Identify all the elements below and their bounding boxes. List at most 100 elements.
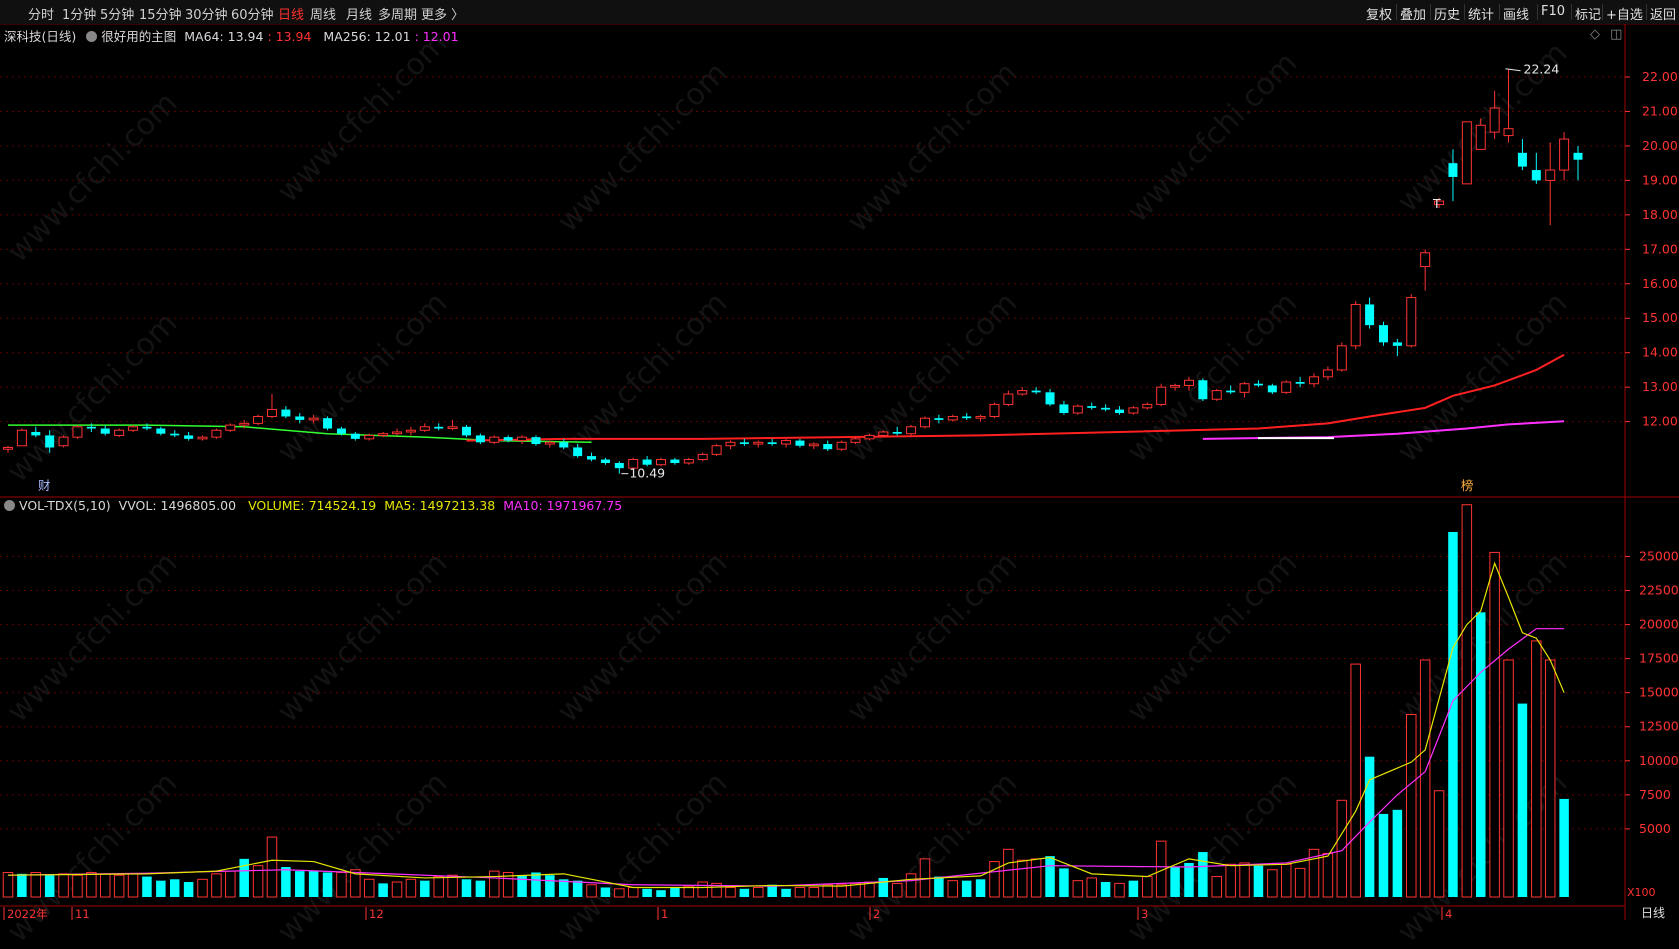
volume-bar-up [86,871,97,898]
volume-bar-up [113,874,125,898]
period-2[interactable]: 5分钟 [100,4,134,23]
volume-bar-down [142,876,152,897]
volume-ma10-line [7,628,1565,887]
volume-bar-down [1448,531,1458,897]
volume-bar-down [545,875,555,897]
volume-bar-down [1253,865,1264,897]
volume-bar-down [17,873,27,897]
volume-bar-down [183,882,194,897]
candle-body-down [1448,163,1458,177]
high-price-label: 22.24 [1524,62,1560,77]
time-label: 2022年 [7,907,48,920]
price-tick-label: 20.00 [1642,138,1678,153]
tool-6[interactable]: 标记 [1575,4,1601,23]
volume-bar-up [1503,659,1514,898]
volume-bar-up [1086,877,1097,898]
volume-bar-up [1322,852,1334,898]
volume-bar-up [211,873,222,898]
volume-bar-up [627,886,639,898]
volume-tick-label: 10000 [1639,753,1679,768]
tool-4[interactable]: 画线 [1503,4,1529,23]
period-3[interactable]: 15分钟 [139,4,182,23]
volume-bar-down [975,879,986,897]
candle-body-up [989,403,1000,417]
volume-bar-up [447,874,458,898]
volume-bar-down [156,880,166,897]
candle-body-down [823,444,833,450]
candle-body-up [16,429,27,447]
period-8[interactable]: 月线 [346,4,372,23]
candle-body-up [1156,386,1167,405]
candle-body-down [142,426,152,429]
volume-bar-up [1114,882,1125,898]
candle-body-down [1531,170,1541,181]
candle-body-down [962,416,972,419]
tool-1[interactable]: 叠加 [1400,4,1426,23]
tool-0[interactable]: 复权 [1366,4,1392,23]
candle-body-down [170,433,180,436]
price-tick-label: 12.00 [1642,414,1678,429]
candle-body-up [1420,252,1431,268]
period-0[interactable]: 分时 [28,4,54,23]
candle-body-up [1350,303,1361,347]
period-10[interactable]: 更多 〉 [421,4,464,23]
candle-body-down [531,437,541,445]
tool-5[interactable]: F10 [1541,4,1565,19]
tool-3[interactable]: 统计 [1468,4,1494,23]
candle-body-up [836,441,847,450]
volume-bar-down [934,876,944,897]
toolbar-divider [1464,4,1465,20]
toolbar-divider [1646,4,1647,20]
candle-body-down [767,442,777,445]
period-5[interactable]: 60分钟 [231,4,274,23]
volume-bar-up [30,871,42,898]
toolbar-divider [1571,4,1572,20]
candle-body-up [878,431,889,436]
volume-tick-label: 22500 [1639,583,1679,598]
candle-body-up [1559,138,1570,171]
time-label: 1 [661,907,668,920]
volume-bar-down [739,888,750,897]
tool-8[interactable]: 返回 [1650,4,1676,23]
candle-body-up [1003,393,1014,405]
period-6[interactable]: 日线 [278,4,304,23]
price-tick-label: 15.00 [1642,310,1678,325]
volume-bar-down [600,887,611,897]
volume-bar-up [100,873,111,898]
volume-bar-down [1198,852,1208,897]
volume-bar-down [322,872,333,897]
volume-bar-up [127,873,139,898]
tool-2[interactable]: 历史 [1434,4,1460,23]
candle-body-down [670,459,680,463]
volume-bar-up [489,870,500,898]
candle-body-up [1211,390,1222,400]
volume-bar-up [1016,859,1028,898]
candle-body-up [906,426,917,435]
volume-bar-up [58,873,69,898]
tool-7[interactable]: +自选 [1606,4,1643,23]
volume-bar-up [1336,799,1348,898]
candle-body-down [600,459,610,463]
volume-bar-down [572,880,583,897]
candle-body-up [489,436,500,443]
candle-body-up [378,433,389,436]
candle-body-up [1170,384,1181,388]
period-4[interactable]: 30分钟 [185,4,228,23]
kline-chart[interactable]: 12.00 13.00 14.00 15.00 16.00 17.00 18.00 19.00… [0,24,1679,920]
time-label: 11 [75,907,90,920]
candle-body-down [281,409,291,417]
period-1[interactable]: 1分钟 [62,4,96,23]
volume-bar-up [808,886,820,898]
volume-bar-up [433,876,444,898]
period-7[interactable]: 周线 [310,4,336,23]
candle-body-down [1226,390,1236,393]
candle-body-up [711,445,722,455]
candle-body-up [725,441,736,447]
candle-body-up [72,426,83,438]
ma256-line [1202,420,1565,440]
candle-body-down [45,435,55,448]
volume-bar-down [670,887,680,897]
period-9[interactable]: 多周期 [378,4,417,23]
volume-bar-up [794,886,806,898]
candle-body-down [739,442,749,445]
